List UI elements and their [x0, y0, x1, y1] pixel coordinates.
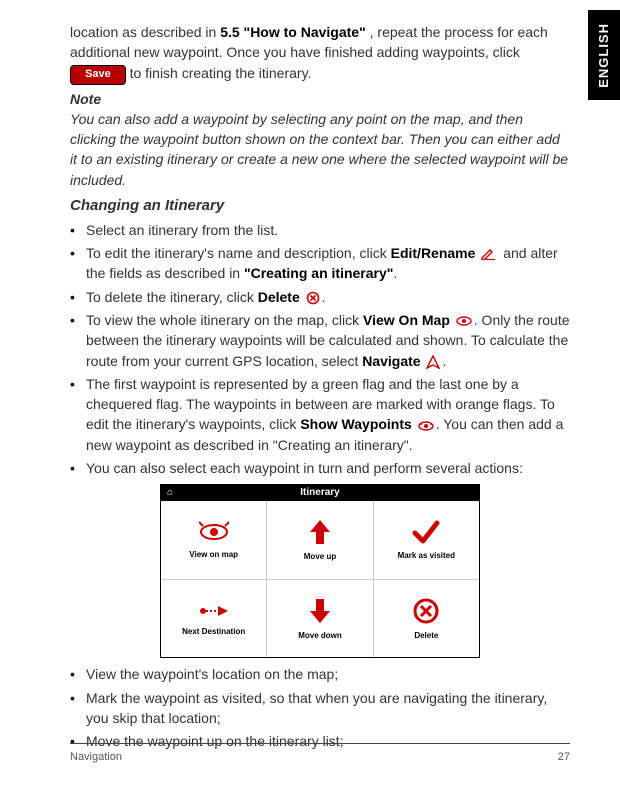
list-item: The first waypoint is represented by a g… — [70, 374, 570, 455]
action-label: Edit/Rename — [391, 245, 476, 261]
cell-mark-visited: Mark as visited — [374, 501, 479, 579]
delete-icon — [306, 291, 320, 305]
list-item: To view the whole itinerary on the map, … — [70, 310, 570, 371]
list-item: Select an itinerary from the list. — [70, 220, 570, 240]
figure-header: ⌂ Itinerary — [161, 485, 479, 501]
cell-view-on-map: View on map — [161, 501, 267, 579]
cell-label: Move down — [298, 630, 342, 642]
text: to finish creating the itinerary. — [126, 65, 312, 81]
action-label: Show Waypoints — [300, 416, 411, 432]
language-tab: ENGLISH — [588, 10, 620, 100]
cell-next-destination: Next Destination — [161, 579, 267, 657]
delete-circle-icon — [412, 597, 440, 625]
note-heading: Note — [70, 89, 570, 109]
arrow-down-icon — [308, 597, 332, 625]
check-icon — [412, 519, 440, 545]
show-waypoints-icon — [418, 420, 434, 432]
note-body: You can also add a waypoint by selecting… — [70, 109, 570, 190]
cell-label: Mark as visited — [398, 550, 455, 562]
save-button[interactable]: Save — [70, 65, 126, 85]
action-label: Navigate — [362, 353, 420, 369]
text: location as described in — [70, 24, 220, 40]
cross-ref: "Creating an itinerary" — [244, 265, 393, 281]
eye-map-icon — [199, 520, 229, 544]
action-label: View On Map — [363, 312, 450, 328]
figure-title: Itinerary — [300, 486, 339, 501]
subheading: Changing an Itinerary — [70, 195, 570, 217]
list-item: Mark the waypoint as visited, so that wh… — [70, 688, 570, 729]
text: To view the whole itinerary on the map, … — [86, 312, 363, 328]
cell-label: Delete — [414, 630, 438, 642]
cell-label: View on map — [189, 549, 238, 561]
bullet-list-1: Select an itinerary from the list. To ed… — [70, 220, 570, 479]
text: View the waypoint's location on the map; — [86, 666, 338, 682]
list-item: You can also select each waypoint in tur… — [70, 458, 570, 478]
navigate-icon — [426, 355, 440, 369]
cell-move-up: Move up — [267, 501, 373, 579]
home-icon: ⌂ — [167, 486, 173, 501]
cell-move-down: Move down — [267, 579, 373, 657]
intro-paragraph: location as described in 5.5 "How to Nav… — [70, 22, 570, 85]
text: To edit the itinerary's name and descrip… — [86, 245, 391, 261]
text: Select an itinerary from the list. — [86, 222, 278, 238]
text: . — [442, 353, 446, 369]
language-label: ENGLISH — [595, 23, 614, 88]
next-dest-icon — [198, 601, 230, 621]
cross-ref: 5.5 "How to Navigate" — [220, 24, 366, 40]
page-footer: Navigation 27 — [70, 743, 570, 766]
cell-delete: Delete — [374, 579, 479, 657]
itinerary-screenshot: ⌂ Itinerary View on map Move up Mark as … — [160, 484, 480, 658]
text: Mark the waypoint as visited, so that wh… — [86, 690, 547, 726]
bullet-list-2: View the waypoint's location on the map;… — [70, 664, 570, 751]
manual-page: ENGLISH location as described in 5.5 "Ho… — [0, 0, 620, 786]
view-on-map-icon — [456, 315, 472, 327]
text: To delete the itinerary, click — [86, 289, 258, 305]
edit-icon — [481, 248, 497, 260]
list-item: To edit the itinerary's name and descrip… — [70, 243, 570, 284]
text: . — [322, 289, 326, 305]
list-item: To delete the itinerary, click Delete . — [70, 287, 570, 307]
text: . — [393, 265, 397, 281]
cell-label: Move up — [304, 551, 336, 563]
arrow-up-icon — [308, 518, 332, 546]
cell-label: Next Destination — [182, 626, 245, 638]
section-name: Navigation — [70, 750, 122, 766]
list-item: View the waypoint's location on the map; — [70, 664, 570, 684]
figure-wrap: ⌂ Itinerary View on map Move up Mark as … — [70, 484, 570, 658]
action-label: Delete — [258, 289, 300, 305]
page-number: 27 — [558, 750, 570, 766]
text: You can also select each waypoint in tur… — [86, 460, 523, 476]
